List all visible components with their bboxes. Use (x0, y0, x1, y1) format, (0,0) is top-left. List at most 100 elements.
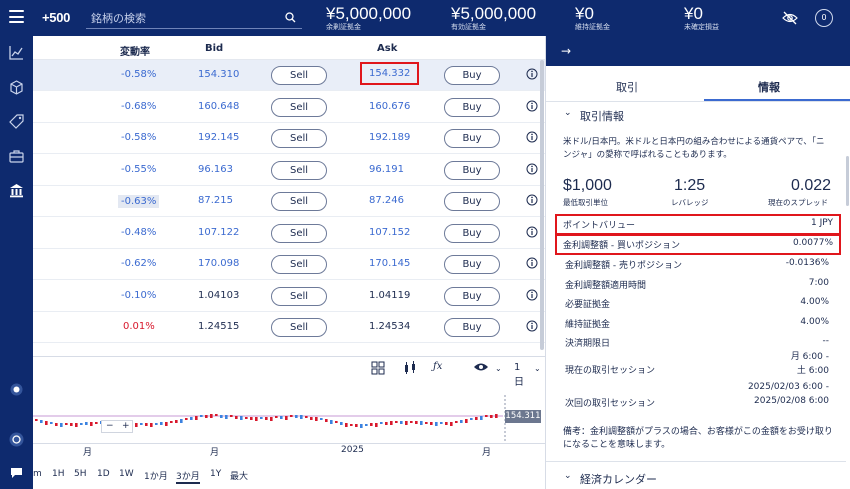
search-icon[interactable] (285, 12, 296, 26)
ask-cell[interactable]: 96.191 (369, 164, 404, 175)
candle (200, 415, 203, 417)
sun-icon[interactable] (8, 381, 25, 398)
timeframe-button[interactable]: 1か月 (144, 469, 168, 482)
table-row[interactable]: -0.58% 154.310 Sell 154.332 Buy (33, 60, 545, 91)
buy-button[interactable]: Buy (444, 255, 500, 274)
zoom-in-button[interactable]: + (122, 421, 130, 432)
info-icon[interactable] (526, 194, 538, 209)
table-row[interactable]: -0.68% 160.648 Sell 160.676 Buy (33, 92, 545, 123)
tab-trade[interactable]: 取引 (616, 79, 638, 95)
chevron-down-icon[interactable]: ⌄ (564, 471, 572, 481)
bid-cell[interactable]: 107.122 (198, 227, 239, 238)
interval-select[interactable]: 1日 (514, 362, 524, 388)
layout-grid-icon[interactable] (371, 361, 385, 378)
timeframe-button[interactable]: 5H (74, 469, 87, 479)
menu-icon[interactable] (9, 10, 24, 23)
ask-cell[interactable]: 107.152 (369, 227, 410, 238)
view-eye-icon[interactable] (473, 361, 489, 376)
buy-button[interactable]: Buy (444, 129, 500, 148)
table-scrollbar[interactable] (540, 60, 544, 350)
ask-cell[interactable]: 170.145 (369, 258, 410, 269)
info-icon[interactable] (526, 68, 538, 83)
buy-button[interactable]: Buy (444, 286, 500, 306)
chevron-down-icon[interactable]: ⌄ (564, 108, 572, 118)
section-title[interactable]: 取引情報 (580, 108, 624, 124)
chevron-down-icon[interactable]: ⌄ (495, 364, 502, 373)
ask-cell[interactable]: 192.189 (369, 132, 410, 143)
search-input[interactable] (91, 10, 281, 26)
tab-info[interactable]: 情報 (758, 79, 780, 95)
instrument-description: 米ドル/日本円。米ドルと日本円の組み合わせによる通貨ペアで、「ニンジャ」の愛称で… (563, 137, 825, 160)
timeframe-button[interactable]: 3か月 (176, 469, 200, 484)
timeframe-button[interactable]: 最大 (230, 469, 248, 482)
timeframe-button[interactable]: 1Y (210, 469, 221, 479)
timeframe-button[interactable]: m (33, 469, 42, 479)
candle (390, 421, 393, 425)
timeframe-button[interactable]: 1H (52, 469, 65, 479)
bid-cell[interactable]: 1.04103 (198, 290, 239, 301)
sell-button[interactable]: Sell (271, 160, 327, 180)
table-row[interactable]: 0.01% 1.24515 Sell 1.24534 Buy (33, 312, 545, 343)
bid-cell[interactable]: 96.163 (198, 164, 233, 175)
tag-icon[interactable] (8, 113, 25, 130)
sell-button[interactable]: Sell (271, 286, 327, 306)
candlestick-icon[interactable] (403, 361, 419, 378)
zoom-out-button[interactable]: − (106, 421, 114, 432)
info-icon[interactable] (526, 163, 538, 178)
table-row[interactable]: -0.63% 87.215 Sell 87.246 Buy (33, 186, 545, 217)
brand-logo[interactable]: +500 (42, 10, 70, 25)
table-row[interactable]: -0.48% 107.122 Sell 107.152 Buy (33, 218, 545, 249)
timeframe-button[interactable]: 1W (119, 469, 134, 479)
buy-button[interactable]: Buy (444, 192, 500, 211)
chart-line-icon[interactable] (8, 44, 25, 61)
info-icon[interactable] (526, 289, 538, 304)
buy-button[interactable]: Buy (444, 66, 500, 85)
info-icon[interactable] (526, 320, 538, 335)
search-bar[interactable] (86, 7, 302, 29)
ask-cell[interactable]: 87.246 (369, 195, 404, 206)
bid-cell[interactable]: 87.215 (198, 195, 233, 206)
sell-button[interactable]: Sell (271, 255, 327, 274)
table-row[interactable]: -0.58% 192.145 Sell 192.189 Buy (33, 123, 545, 154)
panel-scrollbar[interactable] (846, 156, 849, 206)
sell-button[interactable]: Sell (271, 66, 327, 85)
chat-icon[interactable] (8, 464, 25, 481)
buy-button[interactable]: Buy (444, 97, 500, 117)
sell-button[interactable]: Sell (271, 129, 327, 148)
info-icon[interactable] (526, 131, 538, 146)
bid-cell[interactable]: 160.648 (198, 101, 239, 112)
box-icon[interactable] (8, 79, 25, 96)
hide-balance-icon[interactable] (782, 11, 798, 28)
sell-button[interactable]: Sell (271, 192, 327, 211)
help-circle-icon[interactable] (8, 431, 25, 448)
candle (490, 415, 493, 418)
arrow-right-icon[interactable]: → (561, 44, 571, 58)
sell-button[interactable]: Sell (271, 97, 327, 117)
info-icon[interactable] (526, 226, 538, 241)
bank-icon[interactable] (8, 182, 25, 199)
buy-button[interactable]: Buy (444, 223, 500, 243)
info-icon[interactable] (526, 100, 538, 115)
bid-cell[interactable]: 170.098 (198, 258, 239, 269)
briefcase-icon[interactable] (8, 148, 25, 165)
economic-calendar-title[interactable]: 経済カレンダー (580, 471, 657, 487)
bid-cell[interactable]: 1.24515 (198, 321, 239, 332)
table-row[interactable]: -0.55% 96.163 Sell 96.191 Buy (33, 155, 545, 186)
sell-button[interactable]: Sell (271, 318, 327, 337)
ask-cell[interactable]: 1.24534 (369, 321, 410, 332)
bid-cell[interactable]: 154.310 (198, 69, 239, 80)
function-icon[interactable]: ƒx (433, 361, 442, 372)
table-row[interactable]: -0.62% 170.098 Sell 170.145 Buy (33, 249, 545, 280)
sell-button[interactable]: Sell (271, 223, 327, 243)
info-icon[interactable] (526, 257, 538, 272)
table-row[interactable]: -0.10% 1.04103 Sell 1.04119 Buy (33, 281, 545, 312)
account-avatar[interactable]: 0 (815, 9, 833, 27)
ask-cell[interactable]: 1.04119 (369, 290, 410, 301)
ask-cell[interactable]: 160.676 (369, 101, 410, 112)
ask-cell[interactable]: 154.332 (359, 62, 420, 85)
buy-button[interactable]: Buy (444, 318, 500, 337)
buy-button[interactable]: Buy (444, 160, 500, 180)
interval-chevron-icon[interactable]: ⌄ (534, 364, 541, 373)
bid-cell[interactable]: 192.145 (198, 132, 239, 143)
timeframe-button[interactable]: 1D (97, 469, 110, 479)
